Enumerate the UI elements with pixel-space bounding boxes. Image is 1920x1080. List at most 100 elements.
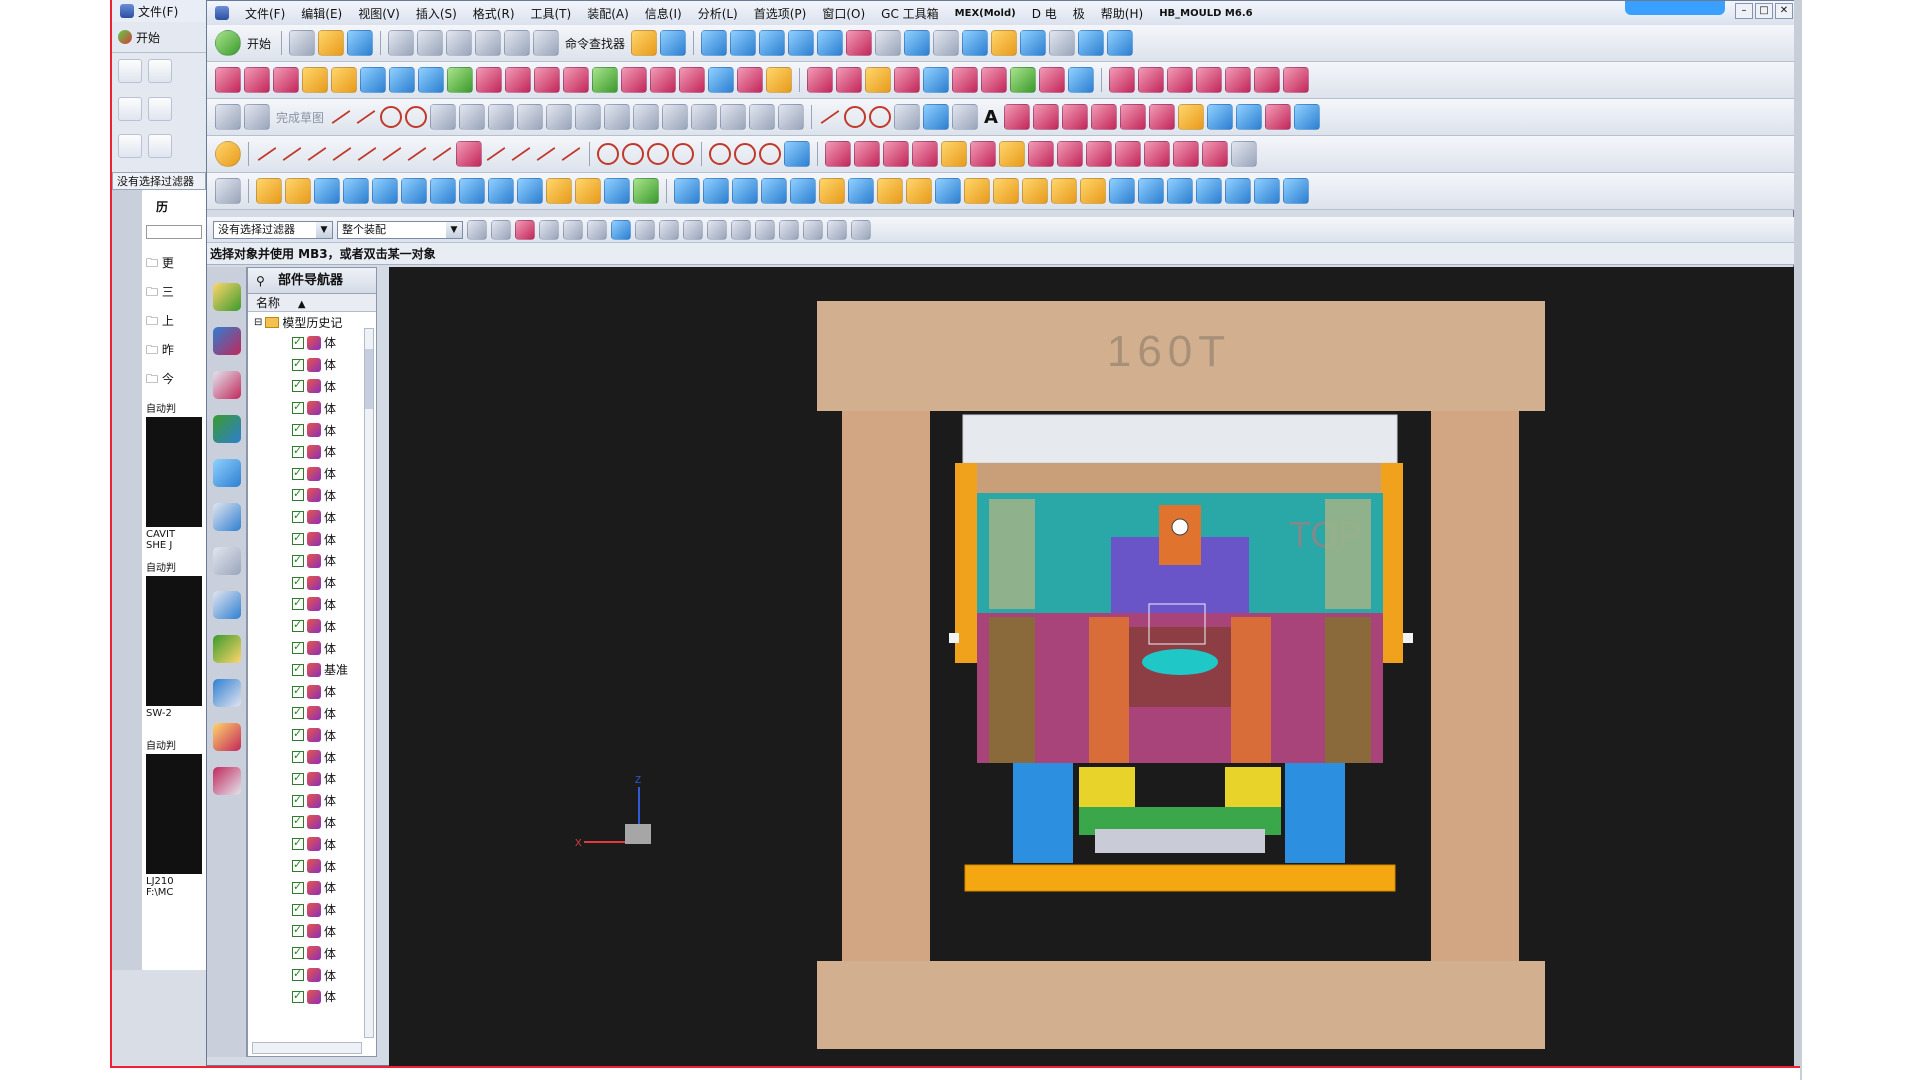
menu-tools[interactable]: 工具(T): [531, 5, 572, 22]
bg-tool-icon[interactable]: [118, 96, 142, 121]
assembly-navigator-icon[interactable]: [212, 283, 241, 311]
tool-icon[interactable]: [215, 67, 241, 93]
press-bottom-platen[interactable]: [817, 961, 1545, 1049]
tool-icon[interactable]: [790, 178, 816, 204]
tool-icon[interactable]: [1167, 178, 1193, 204]
snap-point-icon[interactable]: [851, 219, 871, 240]
visibility-checkbox[interactable]: [292, 923, 304, 938]
tool-icon[interactable]: [1028, 141, 1054, 167]
rectangle-icon[interactable]: [488, 104, 515, 130]
filter-icon[interactable]: [491, 219, 511, 240]
reuse-library-icon[interactable]: [212, 415, 241, 443]
tool-icon[interactable]: [912, 141, 938, 167]
side-support-right[interactable]: [1381, 463, 1403, 663]
tool-icon[interactable]: [314, 178, 340, 204]
tool-icon[interactable]: [807, 67, 833, 93]
line-icon[interactable]: [382, 146, 402, 162]
tool-icon[interactable]: [1068, 67, 1094, 93]
cloud-badge[interactable]: [1625, 1, 1725, 15]
collapse-icon[interactable]: ⊟: [254, 317, 262, 328]
rectangle-icon[interactable]: [894, 104, 921, 130]
visibility-checkbox[interactable]: [292, 378, 304, 393]
tool-icon[interactable]: [1090, 104, 1117, 130]
tool-icon[interactable]: [784, 141, 810, 167]
tool-icon[interactable]: [1206, 104, 1233, 130]
menu-window[interactable]: 窗口(O): [822, 5, 865, 22]
tool-icon[interactable]: [447, 67, 473, 93]
polygon-icon[interactable]: [575, 104, 602, 130]
tool-icon[interactable]: [1020, 30, 1047, 56]
circle-icon[interactable]: [672, 143, 694, 165]
close-icon[interactable]: ✕: [1775, 3, 1793, 19]
circle-icon[interactable]: [647, 143, 669, 165]
tool-icon[interactable]: [1144, 141, 1170, 167]
menu-file[interactable]: 文件(F): [245, 5, 285, 22]
tool-icon[interactable]: [732, 178, 758, 204]
navigator-hscrollbar[interactable]: [252, 1042, 362, 1054]
tool-icon[interactable]: [285, 178, 311, 204]
filter-icon[interactable]: [539, 219, 559, 240]
snap-point-icon[interactable]: [659, 219, 679, 240]
locating-pin-left[interactable]: [949, 633, 959, 643]
tool-icon[interactable]: [360, 67, 386, 93]
navigator-row[interactable]: 体: [248, 441, 376, 463]
navigator-row[interactable]: 体: [248, 572, 376, 594]
bg-history-item[interactable]: 🗀 今: [146, 365, 202, 394]
scrollbar-thumb[interactable]: [365, 349, 373, 409]
menu-gc-toolkit[interactable]: GC 工具箱: [881, 5, 939, 22]
line-icon[interactable]: [356, 109, 376, 125]
tool-icon[interactable]: [941, 141, 967, 167]
tool-icon[interactable]: [1061, 104, 1088, 130]
tool-icon[interactable]: [1202, 141, 1228, 167]
tool-icon[interactable]: [1148, 104, 1175, 130]
finish-sketch-button[interactable]: 完成草图: [273, 109, 327, 126]
visibility-checkbox[interactable]: [292, 618, 304, 633]
navigator-row[interactable]: 体: [248, 724, 376, 746]
graphics-window[interactable]: 160T TOP: [389, 267, 1795, 1067]
tool-icon[interactable]: [894, 67, 920, 93]
top-clamp-plate[interactable]: [962, 414, 1398, 464]
line-icon[interactable]: [511, 146, 531, 162]
line-icon[interactable]: [282, 146, 302, 162]
extend-icon[interactable]: [633, 104, 660, 130]
line-icon[interactable]: [561, 146, 581, 162]
circle-icon[interactable]: [405, 106, 428, 128]
tool-icon[interactable]: [701, 30, 728, 56]
tool-icon[interactable]: [1138, 67, 1164, 93]
arc-icon[interactable]: [380, 106, 403, 128]
filter-icon[interactable]: [611, 219, 631, 240]
circle-icon[interactable]: [759, 143, 781, 165]
navigator-row[interactable]: 体: [248, 397, 376, 419]
guide-pillar[interactable]: [989, 499, 1035, 609]
line-icon[interactable]: [486, 146, 506, 162]
tool-icon[interactable]: [1283, 178, 1309, 204]
minimize-icon[interactable]: –: [1735, 3, 1753, 19]
circle-icon[interactable]: [869, 106, 892, 128]
tool-icon[interactable]: [1283, 67, 1309, 93]
selection-filter-dropdown[interactable]: 没有选择过滤器 ▼: [213, 220, 333, 239]
menu-help[interactable]: 帮助(H): [1101, 5, 1143, 22]
sprue-gate[interactable]: [1171, 518, 1189, 536]
bg-history-search[interactable]: [146, 225, 202, 239]
visibility-checkbox[interactable]: [292, 836, 304, 851]
tool-icon[interactable]: [1057, 141, 1083, 167]
snap-point-icon[interactable]: [755, 219, 775, 240]
tool-icon[interactable]: [836, 67, 862, 93]
text-tool-icon[interactable]: A: [981, 107, 1001, 128]
arc-icon[interactable]: [844, 106, 867, 128]
line-icon[interactable]: [432, 146, 452, 162]
tool-icon[interactable]: [1115, 141, 1141, 167]
tool-icon[interactable]: [766, 67, 792, 93]
visibility-checkbox[interactable]: [292, 989, 304, 1003]
navigator-row[interactable]: 体: [248, 506, 376, 528]
visibility-checkbox[interactable]: [292, 858, 304, 873]
navigator-row[interactable]: 体: [248, 746, 376, 768]
navigator-row[interactable]: 体: [248, 942, 376, 964]
history-icon[interactable]: [212, 503, 241, 531]
tool-icon[interactable]: [215, 178, 241, 204]
tool-icon[interactable]: [935, 178, 961, 204]
bg-history-item[interactable]: 🗀 上: [146, 307, 202, 336]
menu-edit[interactable]: 编辑(E): [301, 5, 342, 22]
chamfer-icon[interactable]: [459, 104, 486, 130]
tie-bar-right[interactable]: [1431, 411, 1519, 961]
